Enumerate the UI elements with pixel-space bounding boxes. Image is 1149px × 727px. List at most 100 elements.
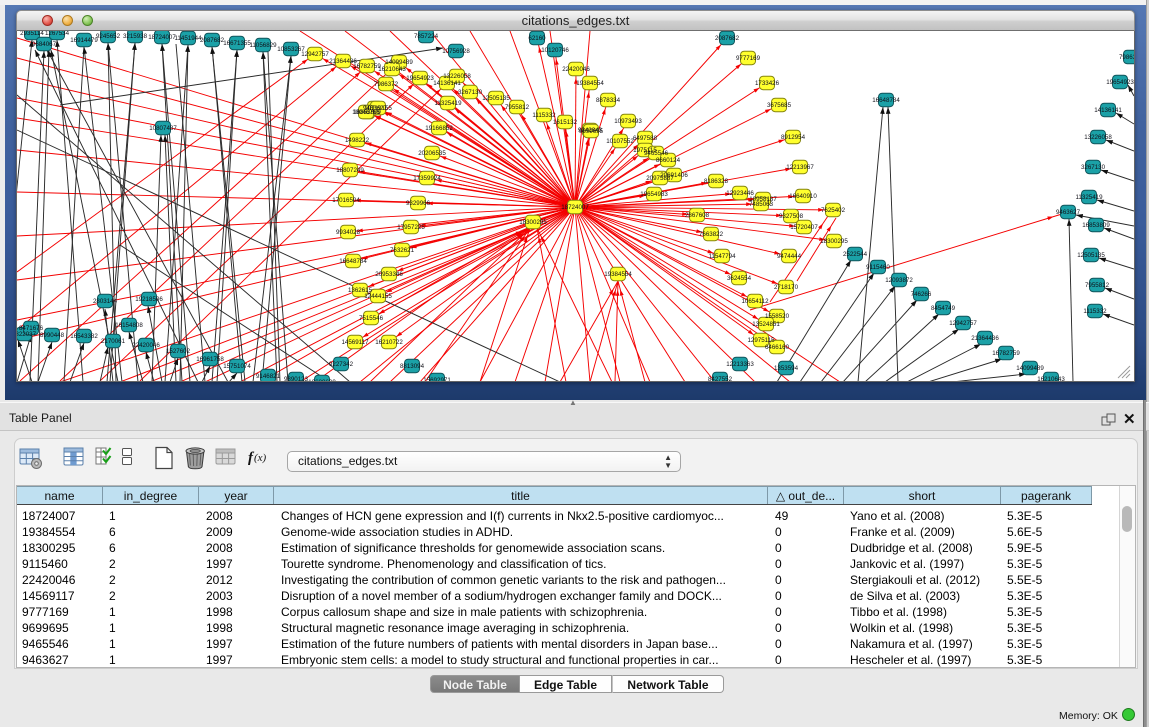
svg-text:12093872: 12093872 [885,277,913,284]
svg-text:3675685: 3675685 [767,102,792,109]
svg-text:12975115: 12975115 [747,337,775,344]
svg-text:12942757: 12942757 [949,320,977,327]
svg-text:15692971: 15692971 [423,377,451,382]
svg-text:8878334: 8878334 [596,97,621,104]
svg-text:9777169: 9777169 [736,55,761,62]
svg-text:3267130: 3267130 [458,89,483,96]
svg-text:14569117: 14569117 [341,339,369,346]
svg-text:16210643: 16210643 [1037,376,1065,382]
svg-text:20206535: 20206535 [418,150,446,157]
svg-text:1267534: 1267534 [45,31,70,37]
svg-text:15751074: 15751074 [223,363,251,370]
svg-text:16210643: 16210643 [378,66,406,73]
svg-text:8912954: 8912954 [781,134,806,141]
svg-text:8990448: 8990448 [40,332,65,339]
svg-text:20975887: 20975887 [646,175,674,182]
svg-text:19654983: 19654983 [640,191,668,198]
svg-text:19384554: 19384554 [576,80,604,87]
svg-text:11325419: 11325419 [1075,194,1103,201]
svg-text:7955812: 7955812 [505,104,530,111]
svg-text:8660124: 8660124 [656,157,681,164]
svg-text:10807487: 10807487 [149,125,177,132]
svg-text:7632621: 7632621 [390,247,415,254]
svg-text:11325419: 11325419 [434,100,462,107]
svg-text:7857224: 7857224 [414,33,439,40]
svg-text:16961758: 16961758 [196,356,224,363]
svg-text:8813094: 8813094 [400,363,425,370]
svg-text:16543382: 16543382 [70,333,98,340]
svg-text:10120746: 10120746 [541,47,569,54]
svg-text:9327508: 9327508 [779,213,804,220]
svg-text:14099489: 14099489 [1016,365,1044,372]
svg-text:10107552: 10107552 [606,138,634,145]
svg-text:1115332: 1115332 [532,112,556,119]
svg-text:8471676: 8471676 [19,325,44,332]
svg-text:20953346: 20953346 [375,271,403,278]
svg-text:(x): (x) [254,452,267,464]
svg-text:2170061: 2170061 [101,338,126,345]
svg-text:22420046: 22420046 [562,66,590,73]
svg-text:18724007: 18724007 [148,34,176,41]
svg-text:1353594: 1353594 [774,365,799,372]
svg-text:9474444: 9474444 [777,253,802,260]
svg-text:2935114: 2935114 [20,31,44,37]
svg-text:9463627: 9463627 [1056,209,1081,216]
svg-text:3624554: 3624554 [727,275,752,282]
svg-text:746266: 746266 [911,291,932,298]
svg-text:6466160: 6466160 [765,344,790,351]
svg-text:18300295: 18300295 [820,238,848,245]
svg-text:19654923: 19654923 [1106,79,1134,86]
svg-text:7955812: 7955812 [1085,282,1110,289]
svg-text:10654112: 10654112 [741,298,769,305]
svg-text:1498222: 1498222 [345,137,370,144]
svg-text:1733426: 1733426 [755,80,780,87]
svg-text:9699695: 9699695 [579,128,604,135]
svg-text:16671355: 16671355 [223,40,251,47]
svg-text:10046766: 10046766 [352,109,380,116]
svg-text:16210722: 16210722 [375,339,403,346]
svg-text:18300295: 18300295 [519,219,547,226]
svg-text:2087682: 2087682 [200,37,225,44]
svg-text:10853267: 10853267 [277,46,305,53]
svg-text:21364436: 21364436 [971,335,999,342]
svg-text:18724007: 18724007 [561,204,589,211]
svg-text:16782759: 16782759 [992,350,1020,357]
svg-text:13226058: 13226058 [443,73,471,80]
svg-text:16648784: 16648784 [339,258,367,265]
svg-text:2867608: 2867608 [685,212,710,219]
svg-text:19384554: 19384554 [604,271,632,278]
svg-text:17957225: 17957225 [397,224,425,231]
svg-text:12505135: 12505135 [482,95,510,102]
svg-text:8186328: 8186328 [704,178,729,185]
svg-text:15720407: 15720407 [790,224,818,231]
svg-text:3267130: 3267130 [1081,164,1106,171]
svg-text:2087682: 2087682 [715,35,740,42]
svg-text:9227342: 9227342 [329,361,354,368]
svg-text:7515546: 7515546 [359,315,384,322]
svg-text:11451944: 11451944 [174,35,202,42]
svg-text:9115460: 9115460 [866,264,890,271]
svg-text:7663822: 7663822 [699,231,724,238]
svg-text:9146821: 9146821 [256,373,281,380]
svg-text:9934028: 9934028 [336,229,361,236]
svg-text:6497588: 6497588 [633,135,658,142]
svg-text:12213363: 12213363 [726,361,754,368]
svg-text:19166852: 19166852 [425,125,453,132]
svg-text:17016504: 17016504 [332,197,360,204]
svg-text:9684067: 9684067 [32,41,57,48]
svg-text:16640910: 16640910 [789,193,817,200]
svg-text:18807249: 18807249 [336,167,364,174]
svg-text:11547794: 11547794 [708,253,736,260]
svg-text:11056829: 11056829 [249,42,277,49]
svg-text:7986372: 7986372 [1119,54,1134,61]
svg-text:1558520: 1558520 [765,313,790,320]
svg-text:12505135: 12505135 [1077,252,1105,259]
svg-text:13524851: 13524851 [752,321,780,328]
svg-text:3215938: 3215938 [123,33,148,40]
svg-text:2522544: 2522544 [843,251,868,258]
svg-text:12942757: 12942757 [301,51,329,58]
svg-text:12213967: 12213967 [786,164,814,171]
svg-text:12444155: 12444155 [364,293,392,300]
svg-text:13226058: 13226058 [1084,134,1112,141]
svg-text:14099489: 14099489 [385,59,413,66]
